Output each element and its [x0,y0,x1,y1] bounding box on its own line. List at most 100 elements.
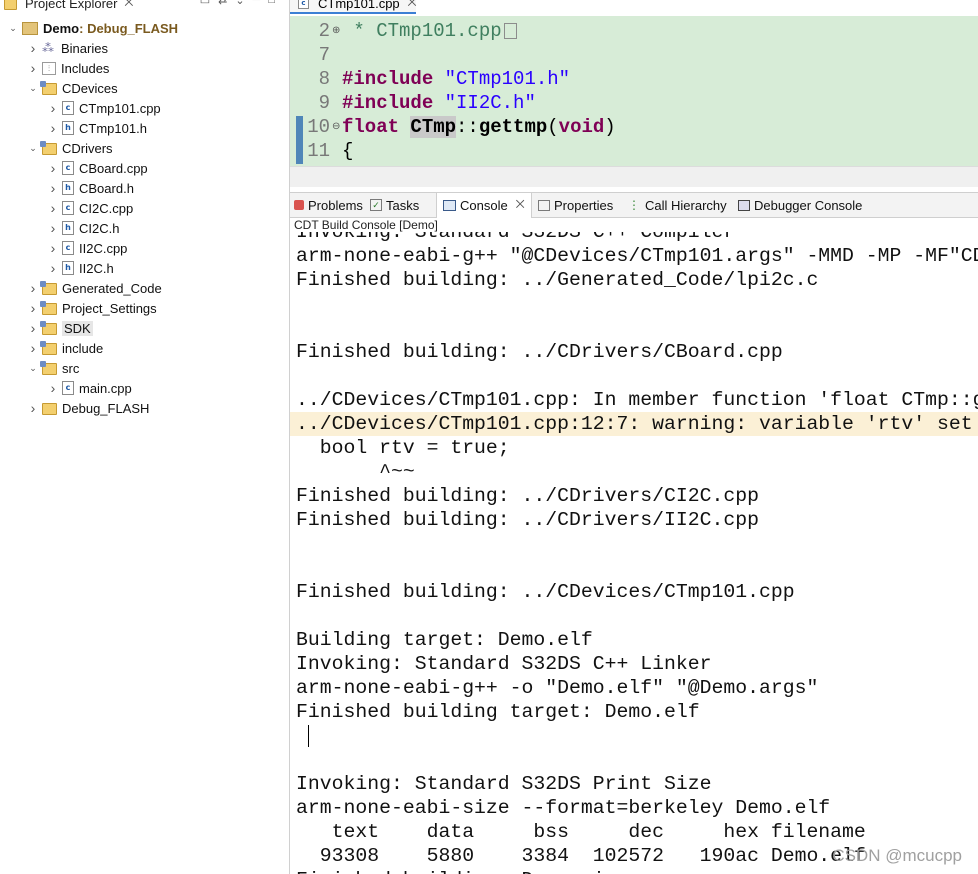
tree-item[interactable]: › SDK [28,318,93,338]
tree-item[interactable]: › h CTmp101.h [48,118,147,138]
line-number: 2 [318,20,330,42]
tab-label: Properties [554,197,614,213]
tree-item[interactable]: ⌄ CDrivers [28,138,112,158]
string-literal: "CTmp101.h" [444,68,571,90]
code-text-area[interactable]: * CTmp101.cpp #include "CTmp101.h" #incl… [342,16,978,166]
collapse-all-icon[interactable]: ▭ [200,0,210,7]
maximize-icon[interactable]: □ [268,0,275,7]
console-line: Finished building target: Demo.elf [296,701,700,723]
chevron-right-icon[interactable]: › [48,220,58,236]
includes-icon: ⫶ [42,61,56,75]
tree-item[interactable]: › c CI2C.cpp [48,198,134,218]
fold-expand-icon[interactable]: ⊕ [332,25,340,36]
chevron-right-icon[interactable]: › [48,380,58,396]
paren-open: ( [547,116,559,138]
code-line: float CTmp:: gettmp(void) [342,115,616,139]
tab-ctmp101-cpp[interactable]: c CTmp101.cpp ⨉ [290,0,417,14]
tree-item[interactable]: ⌄ CDevices [28,78,117,98]
keyword: void [558,116,605,138]
console-lines: Invoking: Standard S32DS C++ Compiler arm… [290,232,978,874]
chevron-right-icon[interactable]: › [28,400,38,416]
chevron-right-icon[interactable]: › [48,100,58,116]
tree-item[interactable]: › c CBoard.cpp [48,158,148,178]
minimize-icon[interactable]: ─ [253,0,261,7]
tree-item-name: Generated_Code [62,280,162,296]
tab-properties[interactable]: Properties [538,193,613,217]
chevron-right-icon[interactable]: › [48,180,58,196]
close-icon[interactable]: ⨉ [516,199,525,212]
console-output[interactable]: Invoking: Standard S32DS C++ Compiler arm… [290,232,978,874]
tree-item[interactable]: › include [28,338,104,358]
tree-item-label: Debug_FLASH [62,401,149,416]
chevron-right-icon[interactable]: › [48,160,58,176]
chevron-right-icon[interactable]: › [48,120,58,136]
tree-item[interactable]: › h CBoard.h [48,178,134,198]
chevron-right-icon[interactable]: › [28,340,38,356]
tree-item[interactable]: ⌄ Demo: Debug_FLASH [8,18,178,38]
tree-item-name: Includes [61,60,110,76]
console-line: Finished building: ../CDrivers/CBoard.cp… [296,341,783,363]
tree-item[interactable]: › Debug_FLASH [28,398,150,418]
keyword: #include [342,92,434,114]
console-line: Finished building: ../CDevices/CTmp101.c… [296,581,795,603]
tree-item[interactable]: › h CI2C.h [48,218,120,238]
tree-item-label: CI2C.h [79,221,119,236]
chevron-right-icon[interactable]: › [28,300,38,316]
tab-console[interactable]: Console ⨉ [436,193,532,218]
console-line: Invoking: Standard S32DS Print Size [296,773,712,795]
chevron-down-icon[interactable]: ⌄ [28,83,38,94]
line-number: 7 [318,44,330,66]
tab-problems[interactable]: Problems [294,193,363,217]
tree-item[interactable]: › ⁂ Binaries [28,38,108,58]
tree-item[interactable]: ⌄ src [28,358,79,378]
tab-call-hierarchy[interactable]: ⋮ Call Hierarchy [628,193,727,217]
console-line: ../CDevices/CTmp101.cpp: In member funct… [296,389,978,411]
line-number-gutter: 2 ⊕ 7 8 9 10 ⊖ 11 [290,16,342,166]
chevron-down-icon[interactable]: ⌄ [28,363,38,374]
tree-item[interactable]: › ⫶ Includes [28,58,110,78]
source-folder-icon [40,141,57,155]
folded-block-marker[interactable] [503,23,517,39]
tab-project-explorer[interactable]: Project Explorer ⨉ [0,0,133,12]
build-config-label: : Debug_FLASH [79,20,179,36]
tab-debugger-console[interactable]: Debugger Console [738,193,862,217]
header-file-icon: h [62,181,74,195]
close-icon[interactable]: ⨉ [124,0,133,10]
tree-item[interactable]: › c II2C.cpp [48,238,128,258]
console-line: Finished building: ../CDrivers/CI2C.cpp [296,485,759,507]
class-name: CTmp [410,116,457,138]
tree-item-name: CBoard.h [79,180,134,196]
tree-item[interactable]: › Generated_Code [28,278,162,298]
chevron-right-icon[interactable]: › [28,60,38,76]
fold-collapse-icon[interactable]: ⊖ [332,121,340,132]
chevron-right-icon[interactable]: › [48,200,58,216]
chevron-down-icon[interactable]: ⌄ [8,23,18,34]
editor-horizontal-scrollbar[interactable] [290,166,978,187]
string-literal: "II2C.h" [444,92,536,114]
console-line: text data bss dec hex filename [296,821,866,843]
view-menu-icon[interactable]: ⌄ [235,0,244,7]
chevron-down-icon[interactable]: ⌄ [28,143,38,154]
tree-item[interactable]: › c CTmp101.cpp [48,98,161,118]
chevron-right-icon[interactable]: › [28,280,38,296]
tree-item[interactable]: › c main.cpp [48,378,132,398]
link-with-editor-icon[interactable]: ⇄ [218,0,227,7]
close-icon[interactable]: ⨉ [408,0,417,10]
cpp-file-icon: c [62,241,74,255]
tree-item-name: CTmp101.h [79,120,147,136]
tree-item-label: II2C.cpp [79,241,127,256]
chevron-right-icon[interactable]: › [48,240,58,256]
tree-item-name: CTmp101.cpp [79,100,161,116]
tab-label: Tasks [386,197,420,213]
tree-item-label: Binaries [61,41,108,56]
chevron-right-icon[interactable]: › [28,40,38,56]
tree-item[interactable]: › Project_Settings [28,298,157,318]
tab-tasks[interactable]: ✓ Tasks [370,193,419,217]
tree-item[interactable]: › h II2C.h [48,258,114,278]
chevron-right-icon[interactable]: › [28,320,38,336]
tree-item-label: Includes [61,61,109,76]
chevron-right-icon[interactable]: › [48,260,58,276]
